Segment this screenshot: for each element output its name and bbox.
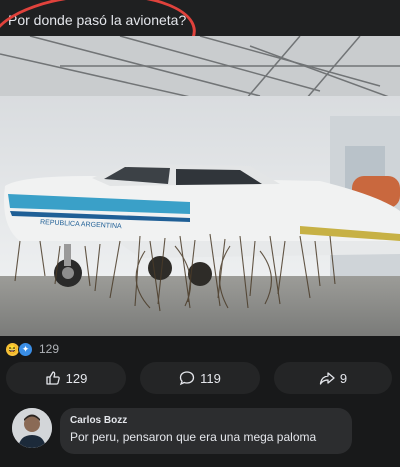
post-photo[interactable]: REPUBLICA ARGENTINA <box>0 36 400 336</box>
comment-bubble: Carlos Bozz Por peru, pensaron que era u… <box>60 408 352 454</box>
reaction-count: 129 <box>39 342 60 356</box>
comment-text: Por peru, pensaron que era una mega palo… <box>70 430 317 444</box>
airplane-photo: REPUBLICA ARGENTINA <box>0 36 400 336</box>
care-emoji-icon: ✦ <box>18 341 33 357</box>
share-button[interactable]: 9 <box>274 362 392 394</box>
post-caption: Por donde pasó la avioneta? <box>8 12 187 28</box>
person-avatar-icon <box>12 408 52 448</box>
thumbs-up-icon <box>45 371 60 385</box>
like-button[interactable]: 129 <box>6 362 126 394</box>
like-count: 129 <box>65 370 88 386</box>
commenter-name[interactable]: Carlos Bozz <box>70 415 127 426</box>
comment-bubble-icon <box>179 371 195 386</box>
post-header: Por donde pasó la avioneta? <box>0 0 400 36</box>
comment-button[interactable]: 119 <box>140 362 260 394</box>
share-count: 9 <box>339 370 348 386</box>
comment-count: 119 <box>200 370 221 386</box>
share-arrow-icon <box>319 372 335 385</box>
reactions-summary[interactable]: 😆 ✦ 129 <box>6 341 59 357</box>
commenter-avatar[interactable] <box>12 408 52 448</box>
